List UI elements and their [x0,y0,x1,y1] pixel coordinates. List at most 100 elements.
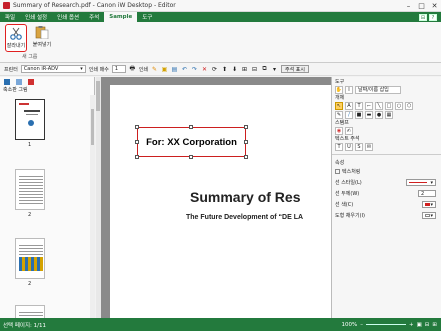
line-style-label: 선 스타일(L) [335,180,362,186]
filled-box-icon[interactable]: ▬ [365,110,373,119]
tab-print-settings[interactable]: 인쇄 설정 [20,12,52,22]
chevron-down-icon: ▾ [430,179,433,186]
text-box-icon[interactable]: A [345,101,353,110]
thumbnail-scrollbar[interactable] [90,95,95,318]
resize-handle[interactable] [135,125,139,129]
note-icon[interactable]: ✉ [365,142,373,151]
ribbon-group-name: 새 그룹 [22,54,38,60]
text-select-icon[interactable]: I [345,85,353,94]
select-icon[interactable]: ↖ [335,101,343,110]
save-icon[interactable]: ▤ [171,66,178,73]
signature-icon[interactable]: ✍ [345,126,353,135]
underline-icon[interactable]: U [345,142,353,151]
markup-display-button[interactable]: 주석 표시 [281,65,310,73]
printer-select[interactable]: Canon iR-ADV ▾ [20,65,86,73]
date-stamp-button[interactable]: 날짜/이름 삽입 [355,85,401,94]
fit-width-icon[interactable]: ⊟ [425,322,430,328]
line-style-row: 선 스타일(L) ▾ [332,177,441,188]
clipboard-icon [35,26,49,39]
resize-handle[interactable] [244,140,248,144]
stamp-icon[interactable]: ◉ [335,126,343,135]
page-thumbnail[interactable] [15,99,45,140]
filled-ellipse-icon[interactable]: ● [375,110,383,119]
page-number: 1 [28,142,32,148]
thumbnail-view-icon[interactable] [4,78,10,85]
pin-icon[interactable] [28,78,34,85]
help-icon[interactable]: ? [429,14,437,21]
image-icon[interactable]: ▦ [385,110,393,119]
printer-icon[interactable]: 🖶 [129,65,136,73]
polygon-icon[interactable]: ⬡ [405,101,413,110]
strikethrough-icon[interactable]: S [355,142,363,151]
hand-tool-icon[interactable]: ✋ [335,85,343,94]
page-thumbnail[interactable] [15,305,45,318]
resize-handle[interactable] [189,155,193,159]
line-width-input[interactable]: 2 [418,190,436,197]
zoom-in-icon[interactable]: + [409,322,414,328]
maximize-icon[interactable]: □ [415,0,428,12]
undo-icon[interactable]: ↶ [181,66,188,73]
resize-handle[interactable] [244,155,248,159]
line-icon[interactable]: ╲ [375,101,383,110]
tools-header: 도구 [332,77,441,85]
redo-icon[interactable]: ↷ [191,66,198,73]
tab-annotation[interactable]: 주석 [84,12,104,22]
copies-input[interactable]: 1 [111,65,126,73]
markup-menu-icon[interactable]: ▾ [271,66,278,73]
highlight-icon[interactable]: T [335,142,343,151]
insert-icon[interactable]: ⊞ [241,66,248,73]
fill-color-label: 도형 채우기(I) [335,213,365,219]
chevron-down-icon: ▾ [80,66,83,72]
fill-color-picker[interactable]: ▾ [422,212,436,219]
open-icon[interactable]: ▣ [161,66,168,73]
minimize-icon[interactable]: – [402,0,415,12]
text-icon[interactable]: T [355,101,363,110]
cut-button[interactable]: 잘라내기 [5,24,27,52]
ribbon-minimize-icon[interactable]: ⊟ [419,14,427,21]
callout-icon[interactable]: ⌐ [365,101,373,110]
printer-value: Canon iR-ADV [23,66,59,72]
zoom-level[interactable]: 100% [341,322,357,328]
page-up-icon[interactable]: ⬆ [221,66,228,73]
marker-icon[interactable]: / [345,110,353,119]
delete-icon[interactable]: ✕ [201,66,208,73]
tab-tools[interactable]: 도구 [137,12,157,22]
copies-label: 인쇄 매수 [88,66,109,73]
rectangle-icon[interactable]: □ [385,101,393,110]
zoom-slider[interactable] [365,324,406,325]
filled-rectangle-icon[interactable]: ■ [355,110,363,119]
rotate-icon[interactable]: ⟳ [211,66,218,73]
line-style-select[interactable]: ▾ [406,179,436,186]
ellipse-icon[interactable]: ○ [395,101,403,110]
resize-handle[interactable] [135,155,139,159]
toolbar: 프린터 Canon iR-ADV ▾ 인쇄 매수 1 🖶 인쇄 ✎ ▣ ▤ ↶ … [0,63,441,76]
date-stamp-label: 날짜/이름 삽입 [358,87,389,93]
extract-icon[interactable]: ⧉ [261,65,268,73]
scissors-icon [10,27,22,40]
close-icon[interactable]: ✕ [428,0,441,12]
document-scrollbar[interactable] [96,77,101,318]
page-thumbnail[interactable] [15,169,45,210]
resize-handle[interactable] [189,125,193,129]
pen-icon[interactable]: ✎ [335,110,343,119]
tab-sample[interactable]: Sample [104,12,138,22]
split-icon[interactable]: ⊟ [251,66,258,73]
resize-handle[interactable] [135,140,139,144]
document-area: For: XX Corporation Summary of Res The F… [96,77,331,318]
tab-print-options[interactable]: 인쇄 옵션 [52,12,84,22]
resize-handle[interactable] [244,125,248,129]
view-mode-icon[interactable]: ⊞ [432,322,437,328]
zoom-out-icon[interactable]: – [360,322,363,328]
paste-button[interactable]: 붙여넣기 [31,24,53,52]
print-label[interactable]: 인쇄 [139,66,148,73]
properties-title-label: 텍스처링 [342,169,361,175]
fit-page-icon[interactable]: ▣ [417,322,422,328]
page-down-icon[interactable]: ⬇ [231,66,238,73]
status-bar: 선택 페이지: 1/11 100% – + ▣ ⊟ ⊞ [0,318,441,331]
text-annotation-box[interactable]: For: XX Corporation [137,127,246,157]
tab-file[interactable]: 파일 [0,12,20,22]
page-thumbnail[interactable] [15,238,45,279]
new-document-icon[interactable]: ✎ [151,66,158,73]
line-color-picker[interactable]: ▾ [422,201,436,208]
bookmark-icon[interactable] [16,78,22,85]
